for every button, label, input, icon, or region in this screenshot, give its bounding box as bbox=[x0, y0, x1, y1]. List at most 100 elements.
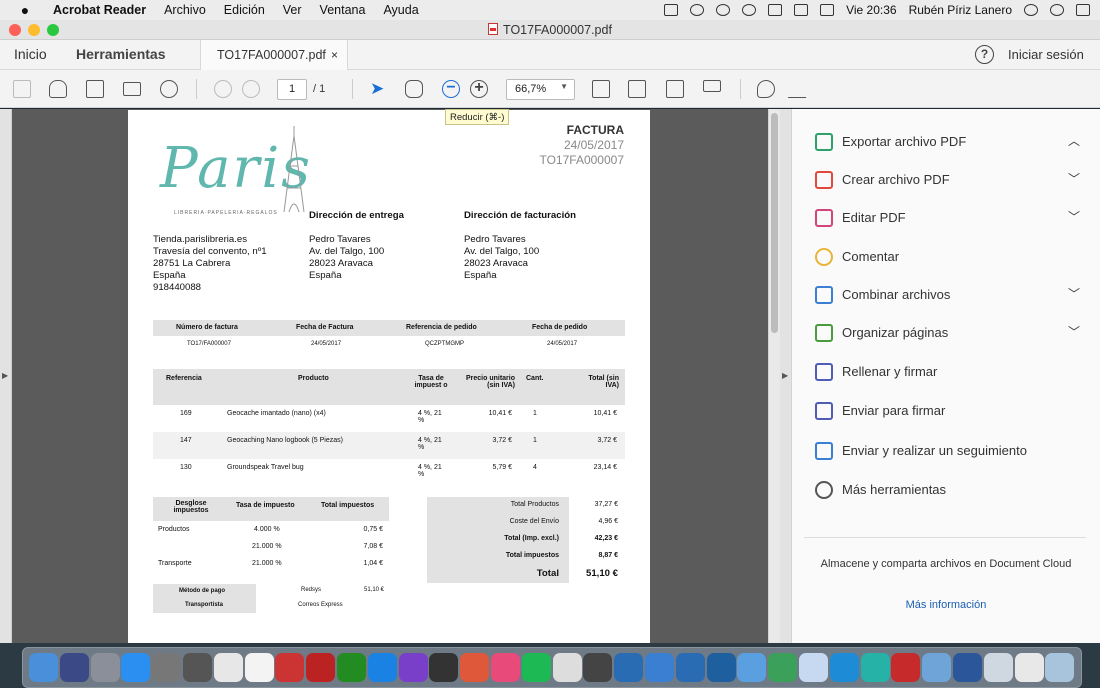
tool-edit-pdf[interactable]: Editar PDF ﹀ bbox=[792, 198, 1100, 236]
next-page-icon[interactable] bbox=[242, 80, 260, 98]
vertical-scrollbar[interactable] bbox=[768, 109, 780, 643]
menu-edicion[interactable]: Edición bbox=[224, 3, 265, 17]
dock-app-icon[interactable] bbox=[59, 653, 89, 682]
dock-app-icon[interactable] bbox=[706, 653, 736, 682]
menu-app-name[interactable]: Acrobat Reader bbox=[53, 3, 146, 17]
dock-app-icon[interactable] bbox=[29, 653, 58, 682]
previous-page-icon[interactable] bbox=[214, 80, 232, 98]
dock-app-icon[interactable] bbox=[829, 653, 859, 682]
delivery-address-label: Dirección de entrega bbox=[309, 210, 404, 221]
dock-app-icon[interactable] bbox=[768, 653, 798, 682]
dock-app-icon[interactable] bbox=[645, 653, 674, 682]
zoom-out-icon[interactable]: − bbox=[442, 80, 460, 98]
dock-app-icon[interactable] bbox=[1014, 653, 1044, 682]
dock-app-icon[interactable] bbox=[953, 653, 982, 682]
tool-combine-files[interactable]: Combinar archivos ﹀ bbox=[792, 275, 1100, 313]
spotlight-search-icon[interactable] bbox=[1024, 4, 1038, 16]
dock-app-icon[interactable] bbox=[583, 653, 613, 682]
chevron-down-icon[interactable]: ﹀ bbox=[1068, 285, 1080, 302]
dock-app-icon[interactable] bbox=[860, 653, 890, 682]
dock-app-icon[interactable] bbox=[337, 653, 366, 682]
dock-app-icon[interactable] bbox=[737, 653, 767, 682]
dock-app-icon[interactable] bbox=[213, 653, 243, 682]
tool-fill-sign[interactable]: Rellenar y firmar bbox=[792, 352, 1100, 390]
highlight-pen-icon[interactable] bbox=[787, 80, 817, 98]
scrollbar-thumb[interactable] bbox=[771, 113, 778, 333]
upload-cloud-icon[interactable] bbox=[49, 80, 67, 98]
dock-app-icon[interactable] bbox=[367, 653, 397, 682]
sign-in-link[interactable]: Iniciar sesión bbox=[1008, 47, 1084, 62]
battery-icon[interactable] bbox=[794, 4, 809, 16]
tool-create-pdf[interactable]: Crear archivo PDF ﹀ bbox=[792, 160, 1100, 198]
siri-icon[interactable] bbox=[1050, 4, 1064, 16]
full-screen-icon[interactable] bbox=[666, 80, 684, 98]
tool-more-tools[interactable]: Más herramientas bbox=[792, 470, 1100, 508]
close-tab-icon[interactable]: × bbox=[331, 48, 338, 62]
tool-send-track[interactable]: Enviar y realizar un seguimiento bbox=[792, 431, 1100, 469]
dock-app-icon[interactable] bbox=[90, 653, 120, 682]
dock-app-icon[interactable] bbox=[552, 653, 582, 682]
tab-document[interactable]: TO17FA000007.pdf × bbox=[200, 40, 348, 70]
chevron-up-icon[interactable]: ︿ bbox=[1068, 132, 1080, 149]
tool-organize-pages[interactable]: Organizar páginas ﹀ bbox=[792, 313, 1100, 351]
search-icon[interactable] bbox=[160, 80, 178, 98]
dock-app-icon[interactable] bbox=[983, 653, 1013, 682]
volume-icon[interactable] bbox=[768, 4, 783, 16]
dock-app-icon[interactable] bbox=[675, 653, 705, 682]
help-icon[interactable]: ? bbox=[975, 45, 994, 64]
menu-user[interactable]: Rubén Píriz Lanero bbox=[909, 3, 1012, 17]
dock-app-icon[interactable] bbox=[306, 653, 336, 682]
zoom-in-icon[interactable]: + bbox=[470, 80, 488, 98]
tab-tools[interactable]: Herramientas bbox=[76, 46, 166, 62]
dock-app-icon[interactable] bbox=[429, 653, 459, 682]
dock-app-icon[interactable] bbox=[491, 653, 520, 682]
create-pdf-icon bbox=[815, 171, 833, 189]
dock-app-icon[interactable] bbox=[799, 653, 828, 682]
bluetooth-icon[interactable] bbox=[716, 4, 731, 16]
apple-menu-icon[interactable]: ● bbox=[17, 2, 33, 18]
time-machine-icon[interactable] bbox=[690, 4, 705, 16]
hand-tool-icon[interactable] bbox=[405, 80, 423, 98]
more-info-link[interactable]: Más información bbox=[792, 599, 1100, 611]
dock-app-icon[interactable] bbox=[1045, 653, 1075, 682]
scroll-mode-icon[interactable] bbox=[703, 80, 721, 92]
tool-export-pdf[interactable]: Exportar archivo PDF ︿ bbox=[792, 122, 1100, 160]
tool-comment[interactable]: Comentar bbox=[792, 237, 1100, 275]
dock-app-icon[interactable] bbox=[183, 653, 212, 682]
menu-clock[interactable]: Vie 20:36 bbox=[846, 3, 897, 17]
select-cursor-icon[interactable]: ➤ bbox=[370, 80, 388, 98]
menu-ventana[interactable]: Ventana bbox=[320, 3, 366, 17]
dock-app-icon[interactable] bbox=[275, 653, 305, 682]
dock-app-icon[interactable] bbox=[152, 653, 182, 682]
chevron-down-icon[interactable]: ﹀ bbox=[1068, 208, 1080, 225]
save-icon[interactable] bbox=[13, 80, 31, 98]
dock-app-icon[interactable] bbox=[922, 653, 952, 682]
language-flag-icon[interactable] bbox=[820, 4, 835, 16]
page-number-input[interactable]: 1 bbox=[277, 79, 307, 100]
comment-icon[interactable] bbox=[757, 80, 775, 98]
chevron-down-icon[interactable]: ﹀ bbox=[1068, 170, 1080, 187]
menu-archivo[interactable]: Archivo bbox=[164, 3, 206, 17]
left-panel-toggle[interactable]: ▶ bbox=[0, 109, 12, 643]
right-panel-toggle[interactable]: ▶ bbox=[780, 109, 792, 643]
print-icon[interactable] bbox=[86, 80, 104, 98]
fit-page-icon[interactable] bbox=[592, 80, 610, 98]
chevron-down-icon[interactable]: ﹀ bbox=[1068, 323, 1080, 340]
dock-app-icon[interactable] bbox=[521, 653, 551, 682]
email-icon[interactable] bbox=[123, 82, 141, 96]
display-status-icon[interactable] bbox=[664, 4, 679, 16]
tool-send-for-signature[interactable]: Enviar para firmar bbox=[792, 391, 1100, 429]
dock-app-icon[interactable] bbox=[614, 653, 644, 682]
zoom-level-select[interactable]: 66,7% ▼ bbox=[506, 79, 575, 100]
dock-app-icon[interactable] bbox=[398, 653, 428, 682]
dock-app-icon[interactable] bbox=[891, 653, 921, 682]
tab-home[interactable]: Inicio bbox=[14, 46, 47, 62]
rotate-view-icon[interactable] bbox=[628, 80, 646, 98]
menu-ayuda[interactable]: Ayuda bbox=[383, 3, 418, 17]
menu-ver[interactable]: Ver bbox=[283, 3, 302, 17]
notification-center-icon[interactable] bbox=[1076, 4, 1090, 16]
dock-app-icon[interactable] bbox=[460, 653, 490, 682]
wifi-icon[interactable] bbox=[742, 4, 757, 16]
dock-app-icon[interactable] bbox=[244, 653, 274, 682]
dock-app-icon[interactable] bbox=[121, 653, 151, 682]
